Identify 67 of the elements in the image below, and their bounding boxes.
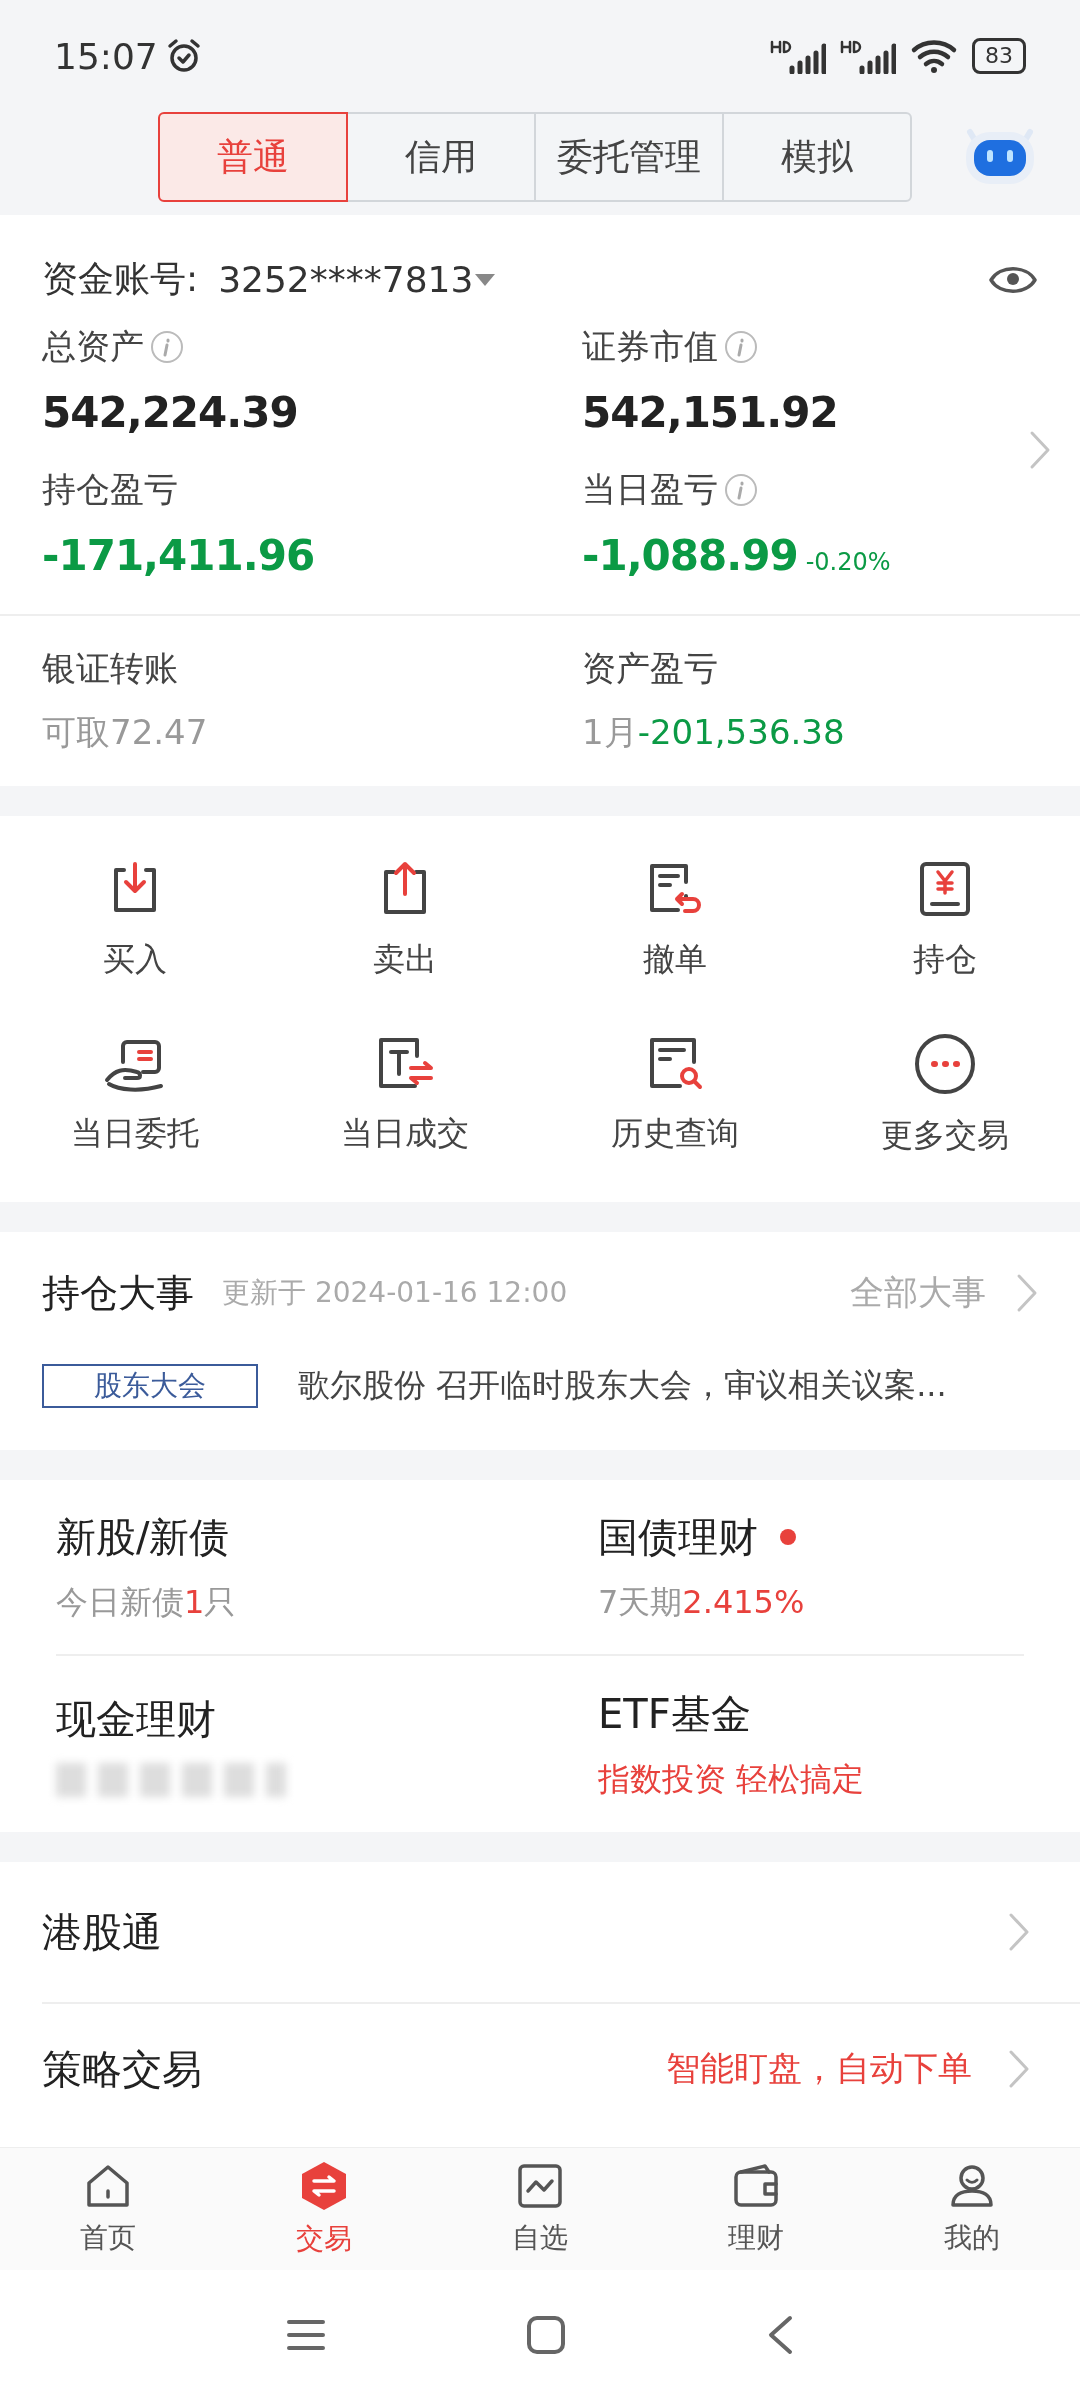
action-button[interactable]: 卖出 [270,858,540,982]
metric-label: 总资产 [42,325,144,368]
signal-icon [840,38,896,74]
info-icon [724,330,758,364]
event-headline[interactable]: 歌尔股份 召开临时股东大会，审议相关议案... [298,1364,947,1408]
chart-icon [515,2161,565,2211]
metric-label: 证券市值 [582,325,718,368]
account-tab[interactable]: 模拟 [722,112,912,202]
menu-icon[interactable] [286,2318,326,2352]
action-button[interactable]: 买入 [0,858,270,982]
action-button[interactable]: 当日委托 [0,1032,270,1158]
product-title[interactable]: 现金理财 [56,1691,216,1747]
account-tab[interactable]: 信用 [346,112,536,202]
more-icon [913,1032,977,1096]
nav-tab[interactable]: 交易 [216,2148,432,2270]
metric-value: 542,224.39 [42,388,298,437]
action-button[interactable]: 更多交易 [810,1032,1080,1158]
subtitle-text: 今日新债 [56,1582,184,1621]
update-time: 更新于 2024-01-16 12:00 [222,1275,569,1311]
status-time: 15:07 [54,35,158,77]
metric-label: 持仓盈亏 [42,468,178,511]
signal-icon [770,38,826,74]
subtitle-text: 7天期 [598,1582,683,1621]
transfer-note: 可取72.47 [42,711,209,754]
account-number[interactable]: 3252****7813 [218,259,474,300]
nav-tab[interactable]: 自选 [432,2148,648,2270]
subtitle-text: 2.415% [682,1582,805,1621]
chevron-right-icon [1008,1912,1030,1952]
notification-dot [780,1529,796,1545]
metric-value: -1,088.99 [582,531,798,580]
metric-value: -171,411.96 [42,531,315,580]
product-title[interactable]: ETF基金 [598,1686,751,1742]
transfer-label[interactable]: 银证转账 [42,646,582,692]
alarm-icon [165,38,202,74]
chevron-right-icon [1008,2049,1030,2089]
action-button[interactable]: 当日成交 [270,1032,540,1158]
service-row[interactable]: 港股通 [42,1862,1080,2004]
product-title[interactable]: 新股/新债 [56,1509,230,1565]
battery-indicator: 83 [972,38,1026,74]
metric-value: 542,151.92 [582,388,838,437]
section-title: 持仓大事 [42,1269,194,1317]
back-icon[interactable] [766,2315,794,2355]
change-percent: -0.20% [805,548,891,576]
subtitle-text: 只 [204,1582,237,1621]
dropdown-icon [473,271,498,288]
chevron-right-icon [1016,1273,1038,1313]
service-row[interactable]: 策略交易 智能盯盘，自动下单 [0,2004,1080,2134]
metric-label: 当日盈亏 [582,468,718,511]
subtitle-text: 1 [184,1582,205,1621]
nav-tab[interactable]: 首页 [0,2148,216,2270]
home-button-icon[interactable] [526,2315,566,2355]
account-tab[interactable]: 委托管理 [534,112,724,202]
event-tag: 股东大会 [42,1364,258,1408]
account-label: 资金账号: [42,257,199,301]
action-button[interactable]: 撤单 [540,858,810,982]
subtitle-text: 指数投资 轻松搞定 [598,1759,865,1798]
nav-tab[interactable]: 我的 [864,2148,1080,2270]
action-button[interactable]: 持仓 [810,858,1080,982]
transfer-label[interactable]: 资产盈亏 [582,646,1000,692]
info-icon [724,473,758,507]
chevron-right-icon [1029,430,1051,470]
nav-tab[interactable]: 理财 [648,2148,864,2270]
wifi-icon [910,38,958,74]
transfer-note: 1月-201,536.38 [582,711,846,754]
product-title[interactable]: 国债理财 [598,1509,758,1565]
info-icon [150,330,184,364]
action-button[interactable]: 历史查询 [540,1032,810,1158]
